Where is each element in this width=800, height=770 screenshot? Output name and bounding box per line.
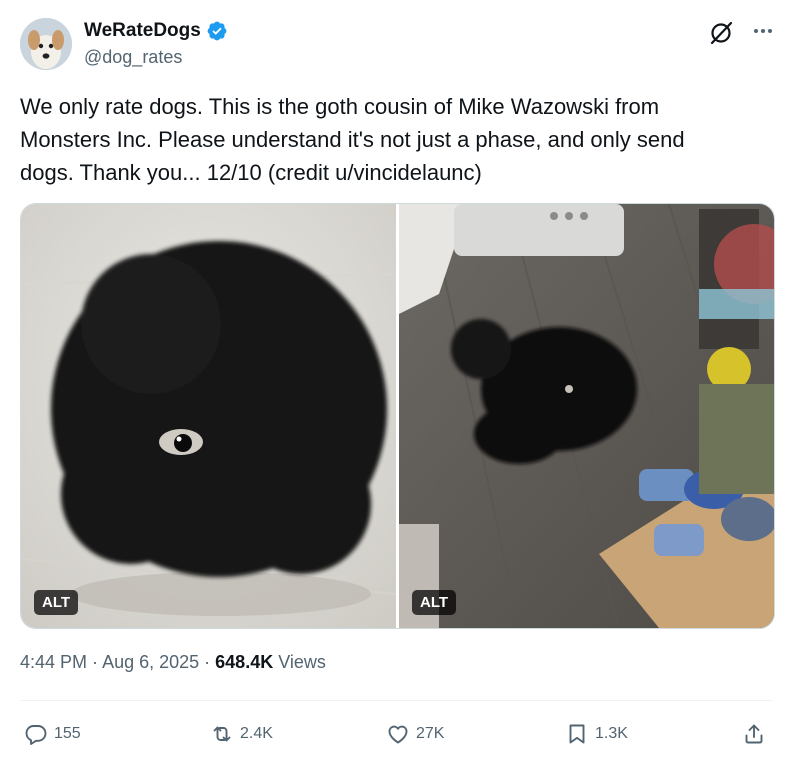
bookmark-button[interactable]: 1.3K xyxy=(565,716,628,752)
reply-icon xyxy=(25,725,47,745)
share-button[interactable] xyxy=(742,716,766,752)
alt-badge[interactable]: ALT xyxy=(412,590,457,615)
dog-on-floor-image xyxy=(399,204,774,628)
alt-badge[interactable]: ALT xyxy=(34,590,79,615)
like-count: 27K xyxy=(416,725,445,742)
photo-2[interactable]: ALT xyxy=(399,204,774,628)
meta-separator: · xyxy=(87,652,103,672)
avatar[interactable] xyxy=(20,18,72,70)
repost-icon xyxy=(213,726,231,742)
meta-separator: · xyxy=(199,652,216,672)
grok-icon[interactable] xyxy=(708,20,734,46)
action-bar: 155 2.4K 27K 1.3K xyxy=(0,716,800,752)
repost-count: 2.4K xyxy=(240,725,273,742)
fluffy-dog-closeup-image xyxy=(21,204,396,628)
reply-count: 155 xyxy=(54,725,81,742)
reply-button[interactable]: 155 xyxy=(24,716,81,752)
avatar-image xyxy=(20,18,72,70)
more-icon[interactable] xyxy=(748,18,778,44)
author-name-row[interactable]: WeRateDogs xyxy=(84,20,228,42)
bookmark-count: 1.3K xyxy=(595,725,628,742)
repost-button[interactable]: 2.4K xyxy=(210,716,273,752)
like-button[interactable]: 27K xyxy=(386,716,444,752)
divider xyxy=(20,700,773,701)
photo-1[interactable]: ALT xyxy=(21,204,396,628)
tweet-text: We only rate dogs. This is the goth cous… xyxy=(20,94,685,185)
display-name[interactable]: WeRateDogs xyxy=(84,20,201,42)
bookmark-icon xyxy=(569,724,585,744)
views-label: Views xyxy=(273,652,326,672)
share-icon xyxy=(745,724,763,744)
tweet-date[interactable]: Aug 6, 2025 xyxy=(102,652,199,672)
verified-badge-icon xyxy=(207,21,227,41)
views-count: 648.4K xyxy=(215,652,274,672)
tweet-meta: 4:44 PM · Aug 6, 2025 · 648.4K Views xyxy=(20,652,326,673)
tweet-time[interactable]: 4:44 PM xyxy=(20,652,87,672)
media-grid: ALT ALT xyxy=(20,203,775,629)
heart-icon xyxy=(388,725,408,744)
author-handle[interactable]: @dog_rates xyxy=(84,47,182,68)
